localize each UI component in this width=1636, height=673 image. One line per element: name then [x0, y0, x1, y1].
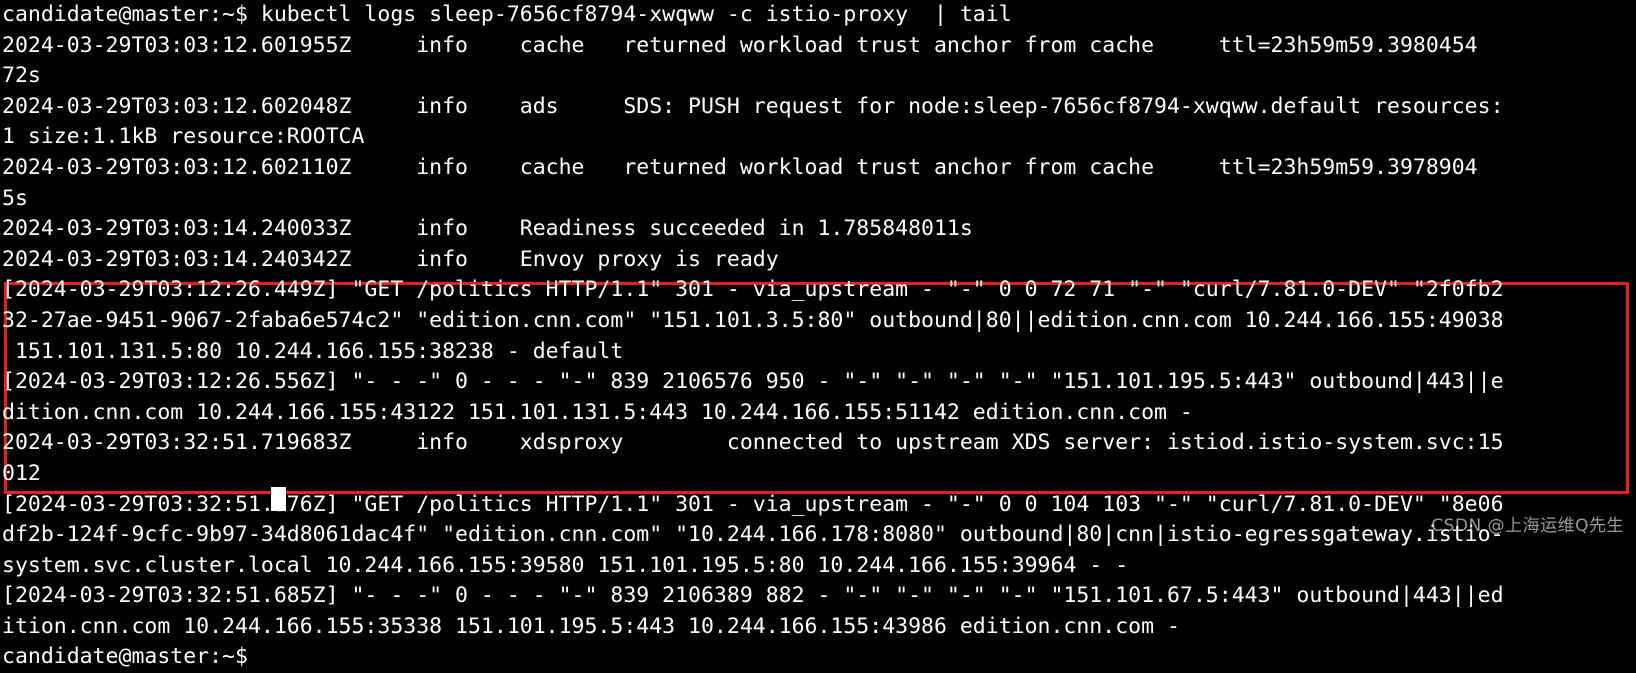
- terminal-line: [2024-03-29T03:12:26.449Z] "GET /politic…: [2, 277, 1504, 303]
- terminal-line-highlighted: [2024-03-29T03:32:51.685Z] "- - -" 0 - -…: [2, 583, 1504, 609]
- terminal-line-prompt: candidate@master:~$: [2, 644, 261, 670]
- terminal-line: 151.101.131.5:80 10.244.166.155:38238 - …: [2, 338, 624, 364]
- terminal-output: candidate@master:~$ kubectl logs sleep-7…: [2, 0, 1636, 673]
- terminal-line: 2024-03-29T03:03:14.240033Z info Readine…: [2, 216, 973, 242]
- terminal-line: 32-27ae-9451-9067-2faba6e574c2" "edition…: [2, 307, 1504, 333]
- terminal-line: 5s: [2, 185, 28, 211]
- terminal-line-highlighted: ition.cnn.com 10.244.166.155:35338 151.1…: [2, 613, 1180, 639]
- terminal-line: 2024-03-29T03:03:12.601955Z info cache r…: [2, 32, 1478, 58]
- terminal-line-highlighted: dition.cnn.com 10.244.166.155:43122 151.…: [2, 399, 1193, 425]
- terminal-line-highlighted: [2024-03-29T03:32:51.576Z] "GET /politic…: [2, 491, 1504, 517]
- terminal-line-highlighted: 2024-03-29T03:32:51.719683Z info xdsprox…: [2, 430, 1504, 456]
- terminal-line-highlighted: 012: [2, 460, 41, 486]
- terminal-line-command: candidate@master:~$ kubectl logs sleep-7…: [2, 2, 1012, 27]
- terminal-line: 72s: [2, 63, 41, 89]
- terminal-window[interactable]: candidate@master:~$ kubectl logs sleep-7…: [0, 0, 1636, 669]
- terminal-line: 1 size:1.1kB resource:ROOTCA: [2, 124, 365, 150]
- terminal-line-highlighted: df2b-124f-9cfc-9b97-34d8061dac4f" "editi…: [2, 522, 1504, 548]
- terminal-line: 2024-03-29T03:03:14.240342Z info Envoy p…: [2, 246, 779, 272]
- terminal-line-highlighted: system.svc.cluster.local 10.244.166.155:…: [2, 552, 1129, 578]
- terminal-line: 2024-03-29T03:03:12.602110Z info cache r…: [2, 154, 1478, 180]
- terminal-line: 2024-03-29T03:03:12.602048Z info ads SDS…: [2, 93, 1504, 119]
- terminal-line-highlighted: [2024-03-29T03:12:26.556Z] "- - -" 0 - -…: [2, 369, 1504, 395]
